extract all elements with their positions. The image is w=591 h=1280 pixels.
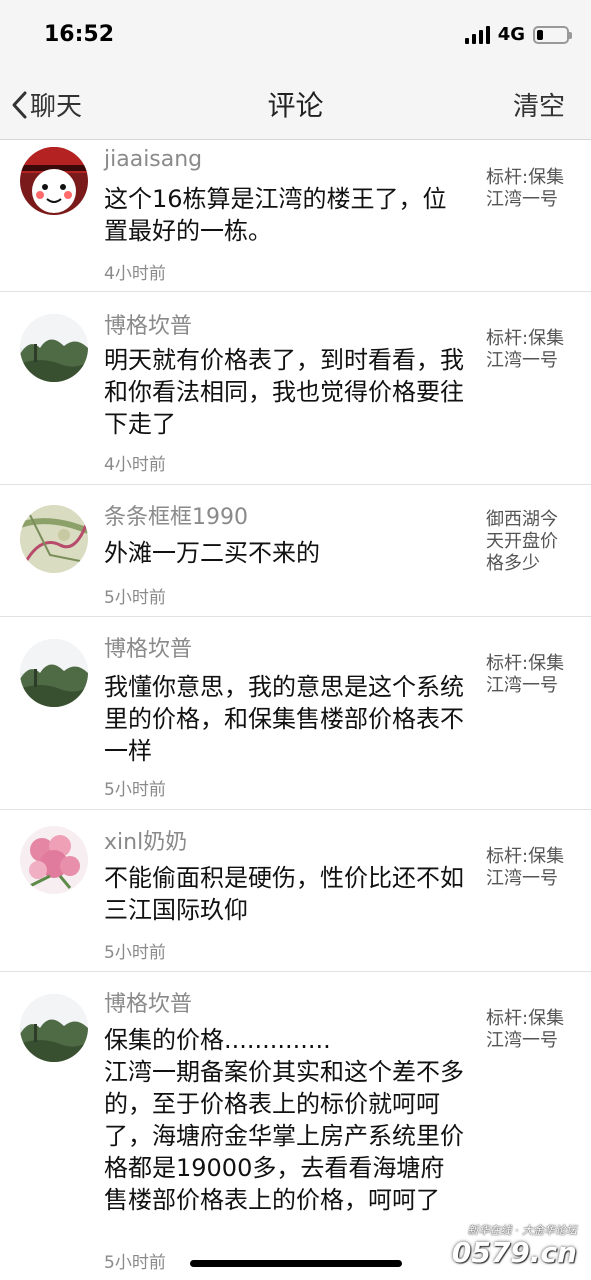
comment-username[interactable]: 博格坎普 — [104, 308, 192, 340]
battery-level — [537, 29, 543, 40]
comment-item[interactable]: jiaaisang 这个16栋算是江湾的楼王了，位置最好的一栋。 4小时前 标杆… — [0, 141, 591, 292]
user-avatar[interactable] — [20, 505, 88, 573]
comment-item[interactable]: 博格坎普 我懂你意思，我的意思是这个系统里的价格，和保集售楼部价格表不一样 5小… — [0, 617, 591, 810]
status-bar: 16:52 4G — [0, 0, 591, 70]
comment-text: 这个16栋算是江湾的楼王了，位置最好的一栋。 — [104, 185, 447, 245]
user-avatar[interactable] — [20, 639, 88, 707]
map-avatar-icon — [20, 505, 88, 573]
home-indicator[interactable] — [190, 1260, 402, 1267]
landscape-avatar-icon — [20, 314, 88, 382]
comment-item[interactable]: 条条框框1990 外滩一万二买不来的 5小时前 御西湖今天开盘价格多少 — [0, 485, 591, 617]
comment-item[interactable]: 博格坎普 明天就有价格表了，到时看看，我和你看法相同，我也觉得价格要往下走了 4… — [0, 292, 591, 485]
cartoon-avatar-icon — [20, 147, 88, 215]
comment-topic[interactable]: 标杆:保集江湾一号 — [486, 846, 572, 890]
comment-time: 5小时前 — [104, 780, 166, 800]
comment-username[interactable]: jiaaisang — [104, 147, 202, 172]
comment-topic[interactable]: 标杆:保集江湾一号 — [486, 167, 572, 211]
user-avatar[interactable] — [20, 826, 88, 894]
signal-icon — [464, 25, 490, 44]
comment-item[interactable]: xinl奶奶 不能偷面积是硬伤，性价比还不如三江国际玖仰 5小时前 标杆:保集江… — [0, 810, 591, 972]
comment-text: 明天就有价格表了，到时看看，我和你看法相同，我也觉得价格要往下走了 — [104, 346, 464, 438]
user-avatar[interactable] — [20, 314, 88, 382]
comment-text: 保集的价格.............. 江湾一期备案价其实和这个差不多的，至于价… — [104, 1026, 464, 1214]
status-indicators: 4G — [464, 24, 572, 45]
user-avatar[interactable] — [20, 994, 88, 1062]
comment-topic[interactable]: 御西湖今天开盘价格多少 — [486, 509, 572, 575]
comment-time: 4小时前 — [104, 455, 166, 475]
comment-username[interactable]: 博格坎普 — [104, 986, 192, 1018]
comment-time: 5小时前 — [104, 588, 166, 608]
comment-topic[interactable]: 标杆:保集江湾一号 — [486, 1008, 572, 1052]
comment-topic[interactable]: 标杆:保集江湾一号 — [486, 328, 572, 372]
comment-username[interactable]: 博格坎普 — [104, 631, 192, 663]
network-type: 4G — [497, 24, 525, 45]
comment-time: 5小时前 — [104, 1253, 166, 1273]
comment-username[interactable]: xinl奶奶 — [104, 824, 187, 856]
landscape-avatar-icon — [20, 994, 88, 1062]
battery-icon — [533, 25, 572, 44]
landscape-avatar-icon — [20, 639, 88, 707]
comment-time: 4小时前 — [104, 264, 166, 284]
comment-text: 外滩一万二买不来的 — [104, 539, 320, 567]
status-time: 16:52 — [44, 22, 115, 47]
clear-button[interactable]: 清空 — [513, 86, 565, 123]
comment-username[interactable]: 条条框框1990 — [104, 499, 248, 531]
page-title: 评论 — [267, 89, 324, 122]
comment-topic[interactable]: 标杆:保集江湾一号 — [486, 653, 572, 697]
nav-bar: 聊天 评论 清空 — [0, 70, 591, 140]
comment-text: 我懂你意思，我的意思是这个系统里的价格，和保集售楼部价格表不一样 — [104, 673, 464, 765]
flower-avatar-icon — [20, 826, 88, 894]
comment-text: 不能偷面积是硬伤，性价比还不如三江国际玖仰 — [104, 864, 464, 924]
comment-list: jiaaisang 这个16栋算是江湾的楼王了，位置最好的一栋。 4小时前 标杆… — [0, 141, 591, 1280]
user-avatar[interactable] — [20, 147, 88, 215]
watermark-logo: 0579.cn — [451, 1236, 577, 1269]
comment-time: 5小时前 — [104, 943, 166, 963]
site-watermark: 新华在线 · 大金华论坛 0579.cn — [452, 1222, 577, 1268]
